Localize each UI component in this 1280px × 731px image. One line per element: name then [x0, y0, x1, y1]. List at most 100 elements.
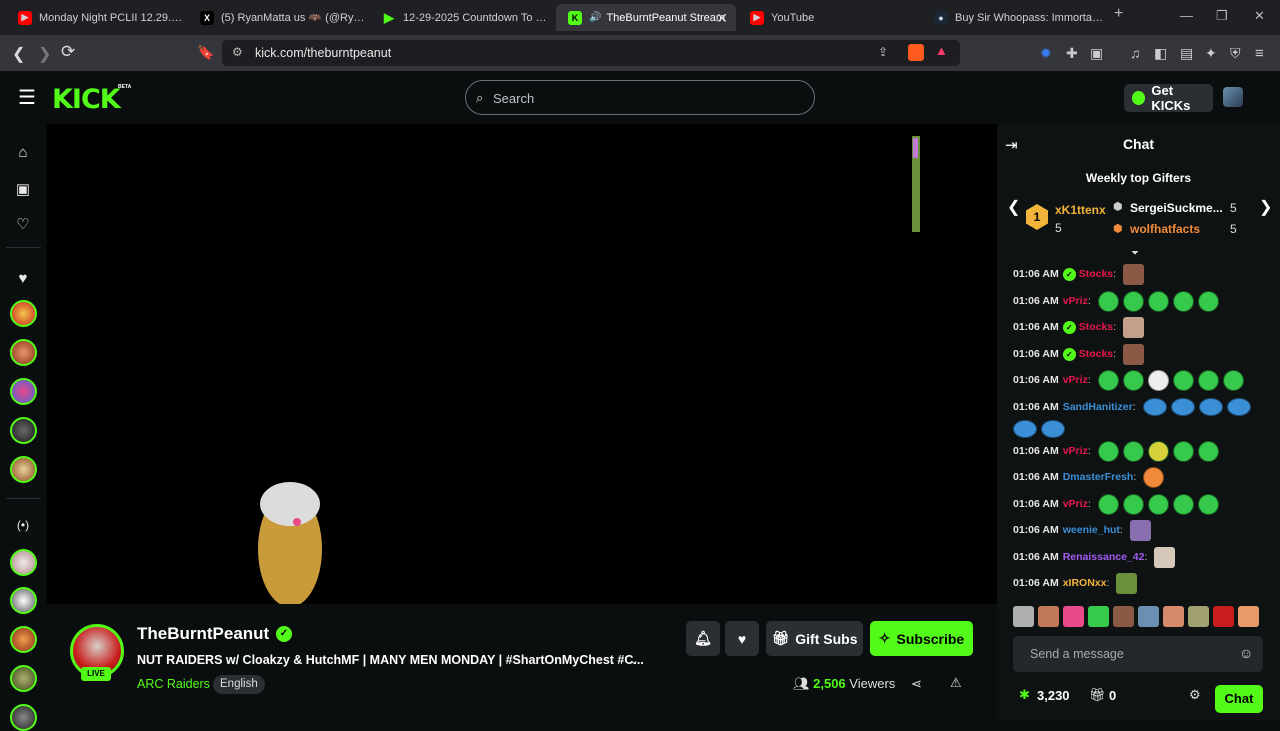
notification-bell-button[interactable]: 🔔︎	[686, 621, 720, 656]
hamburger-menu-icon[interactable]: ☰	[18, 85, 36, 110]
chevron-down-icon[interactable]: ⌄	[629, 653, 639, 667]
site-info-icon[interactable]: ⚙	[232, 45, 243, 59]
browser-tab[interactable]: ▶ Monday Night PCLII 12.29.25 - P	[6, 4, 184, 31]
subscribe-button[interactable]: ✧ Subscribe	[870, 621, 973, 656]
browser-tab[interactable]: X (5) RyanMatta us 🦇 (@RyanMa	[188, 4, 366, 31]
minimize-icon[interactable]: —	[1180, 8, 1193, 23]
emote	[1147, 440, 1169, 462]
gifter-name[interactable]: wolfhatfacts	[1130, 222, 1200, 236]
close-tab-icon[interactable]: ✕	[716, 10, 728, 27]
following-icon[interactable]: ♡	[13, 215, 33, 233]
gift-box-icon: 🎁︎	[1089, 687, 1106, 702]
bell-icon: 🔔︎	[694, 630, 712, 646]
emoji-icon[interactable]: ☺	[1239, 645, 1253, 661]
channel-avatar[interactable]	[10, 704, 37, 731]
emote-button[interactable]	[1088, 606, 1109, 627]
language-tag[interactable]: English	[213, 675, 265, 694]
emote-button[interactable]	[1238, 606, 1259, 627]
share-icon[interactable]: ⇪	[878, 45, 888, 59]
chevron-right-icon[interactable]: ❯	[1259, 197, 1272, 217]
chat-message: 01:06 AM ✓ Stocks:	[1013, 262, 1145, 286]
emote-button[interactable]	[1188, 606, 1209, 627]
live-broadcast-icon: (•)	[16, 518, 30, 532]
channel-avatar[interactable]	[10, 626, 37, 653]
back-icon[interactable]: ❮	[12, 44, 25, 64]
chat-message: 01:06 AM vPriz:	[1013, 368, 1244, 392]
follow-button[interactable]: ♥	[725, 621, 759, 656]
gift-subs-button[interactable]: 🎁︎ Gift Subs	[766, 621, 863, 656]
share-icon[interactable]: ⋖	[911, 676, 922, 692]
browser-tab[interactable]: ▶ 12-29-2025 Countdown To 2026	[370, 4, 552, 31]
new-tab-icon[interactable]: +	[1114, 5, 1123, 23]
report-icon[interactable]: ⚠	[950, 675, 962, 691]
heart-icon: ♥	[737, 630, 747, 647]
screenshot-icon[interactable]: ▣	[1090, 45, 1103, 62]
chat-send-button[interactable]: Chat	[1215, 685, 1263, 713]
user-avatar[interactable]	[1223, 87, 1243, 107]
music-icon[interactable]: ♫	[1130, 45, 1141, 61]
maximize-icon[interactable]: ❐	[1216, 8, 1228, 24]
pin-icon[interactable]: ⏷	[1131, 248, 1139, 259]
menu-icon[interactable]: ≡	[1255, 45, 1264, 62]
channel-avatar[interactable]	[10, 665, 37, 692]
emote	[1122, 493, 1144, 515]
channel-avatar[interactable]	[10, 549, 37, 576]
puzzle-icon[interactable]: ✚	[1066, 45, 1078, 62]
channel-avatar[interactable]	[10, 417, 37, 444]
search-icon: ⌕	[476, 90, 484, 105]
x-icon: X	[200, 10, 214, 25]
get-kicks-button[interactable]: Get KICKs	[1124, 83, 1213, 113]
emote	[1122, 369, 1144, 391]
emote-button[interactable]	[1063, 606, 1084, 627]
emote-button[interactable]	[1013, 606, 1034, 627]
emote	[1226, 398, 1251, 416]
browse-icon[interactable]: ▣	[13, 180, 33, 198]
emote-button[interactable]	[1138, 606, 1159, 627]
channel-avatar[interactable]	[10, 587, 37, 614]
reload-icon[interactable]: ⟳	[61, 42, 75, 62]
emote-button[interactable]	[1113, 606, 1134, 627]
home-icon[interactable]: ⌂	[13, 144, 33, 161]
gifter-name[interactable]: SergeiSuckme...	[1130, 201, 1223, 215]
verified-icon: ✓	[1062, 347, 1076, 361]
category-link[interactable]: ARC Raiders	[137, 677, 210, 691]
channel-avatar[interactable]	[10, 456, 37, 483]
extension-icon[interactable]: ✹	[1040, 45, 1052, 62]
browser-tab[interactable]: ▶ YouTube	[738, 4, 918, 31]
channel-avatar[interactable]	[10, 339, 37, 366]
emote	[1172, 493, 1194, 515]
browser-tab[interactable]: ● Buy Sir Whoopass: Immortal De	[922, 4, 1104, 31]
top-gifter-name[interactable]: xK1ttenx	[1055, 203, 1106, 217]
brave-rewards-icon[interactable]: ▲	[935, 43, 948, 58]
emote	[1147, 493, 1169, 515]
emote-bar	[1013, 606, 1263, 630]
gift-count[interactable]: 0	[1109, 688, 1116, 703]
bookmark-icon[interactable]: 🔖	[197, 44, 214, 61]
video-player[interactable]	[47, 124, 997, 604]
sidebar-icon[interactable]: ◧	[1154, 45, 1167, 62]
wallet-icon[interactable]: ▤	[1180, 45, 1193, 62]
brave-shields-icon[interactable]	[908, 44, 924, 61]
chat-message-input[interactable]: Send a message ☺	[1013, 636, 1263, 672]
chevron-left-icon[interactable]: ❮	[1007, 197, 1020, 217]
emote-button[interactable]	[1038, 606, 1059, 627]
emote	[1097, 493, 1119, 515]
browser-tab-active[interactable]: K 🔊 TheBurntPeanut Stream ✕	[556, 4, 736, 31]
gifter-count: 5	[1230, 201, 1237, 215]
address-bar[interactable]: ⚙ kick.com/theburntpeanut ⇪ ▲	[222, 40, 960, 66]
forward-icon[interactable]: ❯	[38, 44, 51, 64]
vpn-icon[interactable]: ⛨	[1230, 45, 1241, 62]
chat-settings-icon[interactable]: ⚙	[1189, 687, 1201, 703]
close-window-icon[interactable]: ✕	[1254, 8, 1265, 24]
emote-button[interactable]	[1163, 606, 1184, 627]
kick-logo[interactable]: KICK	[52, 84, 121, 115]
search-input[interactable]: ⌕ Search	[465, 80, 815, 115]
leo-ai-icon[interactable]: ✦	[1205, 45, 1217, 62]
streamer-name[interactable]: TheBurntPeanut	[137, 624, 269, 644]
chat-message: 01:06 AM vPriz:	[1013, 439, 1219, 463]
emote-button[interactable]	[1213, 606, 1234, 627]
top-gifters-title: Weekly top Gifters	[1085, 171, 1192, 185]
channel-avatar[interactable]	[10, 300, 37, 327]
channel-points[interactable]: 3,230	[1037, 688, 1070, 703]
channel-avatar[interactable]	[10, 378, 37, 405]
